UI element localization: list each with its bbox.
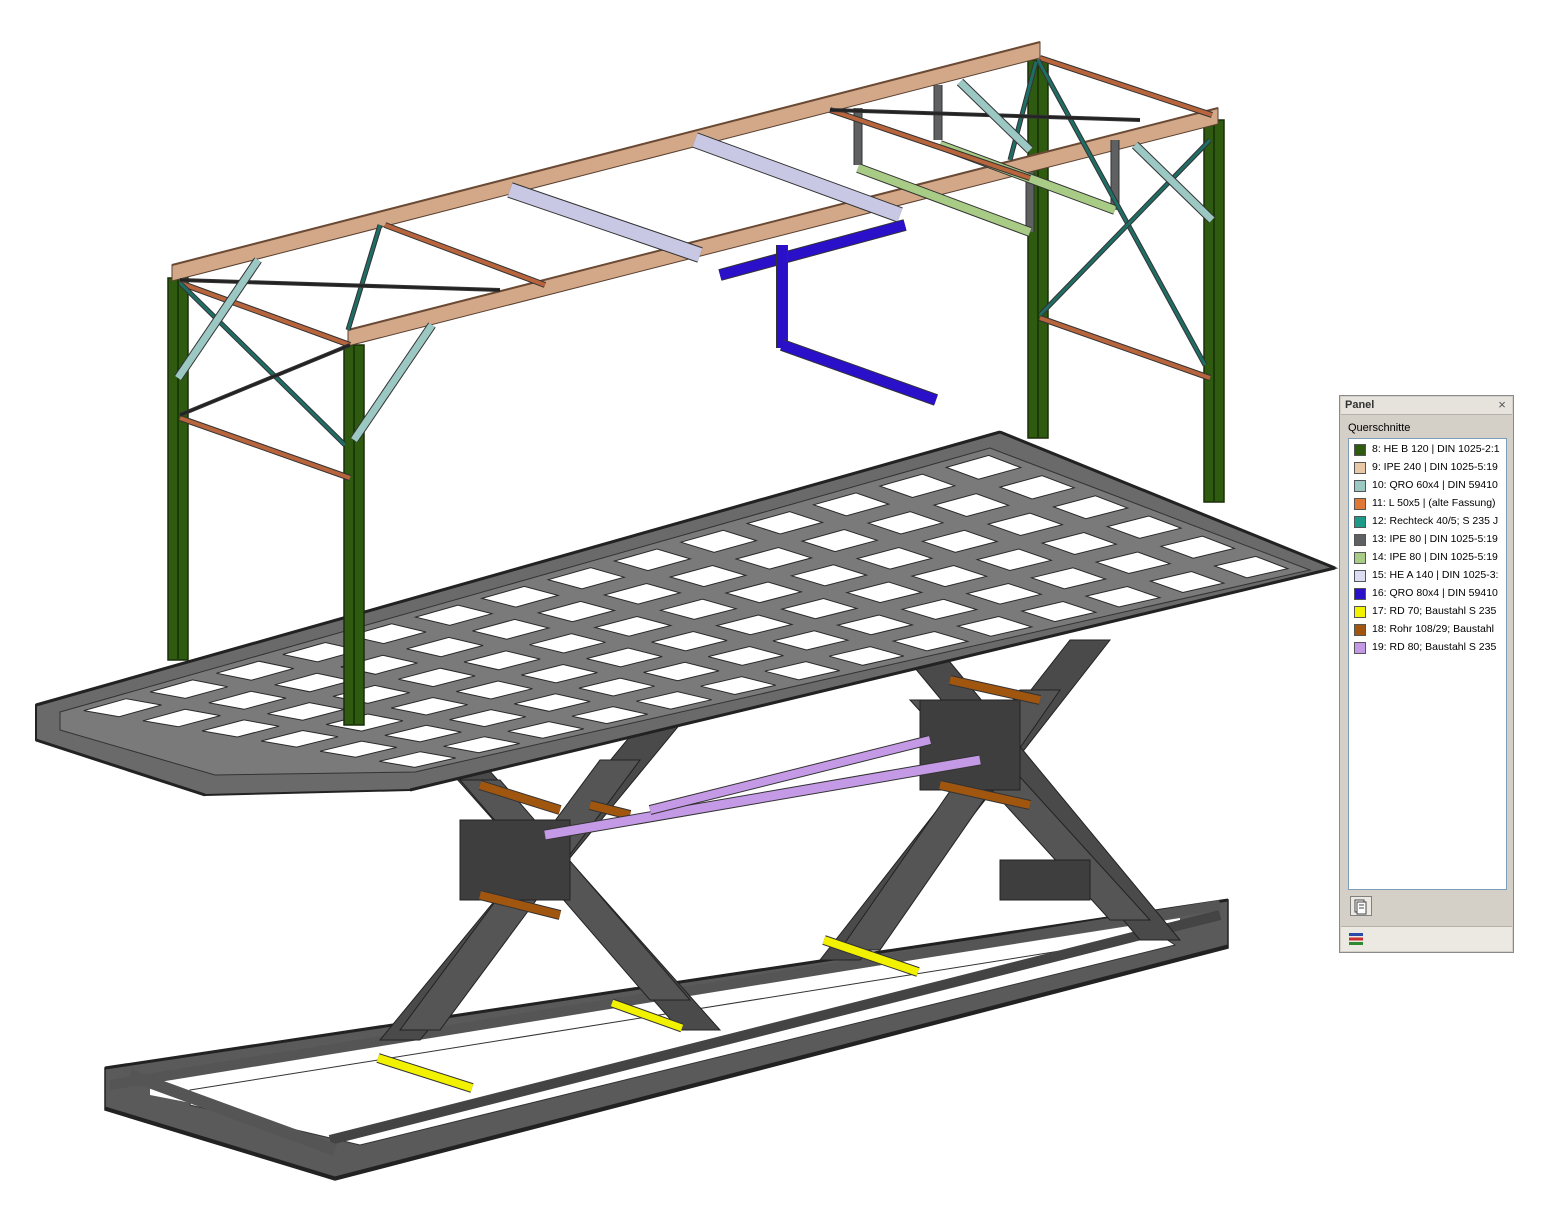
legend-item[interactable]: 14: IPE 80 | DIN 1025-5:19 [1349, 549, 1506, 567]
panel-toolbar [1348, 892, 1507, 922]
cross-sections-label: Querschnitte [1348, 422, 1411, 434]
legend-item[interactable]: 8: HE B 120 | DIN 1025-2:1 [1349, 441, 1506, 459]
legend-swatch [1354, 534, 1366, 546]
panel-window[interactable]: Panel × Querschnitte 8: HE B 120 | DIN 1… [1339, 395, 1514, 953]
legend-swatch [1354, 480, 1366, 492]
ipe240-beam-back-flange [171, 41, 1041, 266]
structure-model-rendering [35, 41, 1339, 1181]
legend-swatch [1354, 570, 1366, 582]
cross-section-colors-icon[interactable] [1347, 931, 1365, 947]
legend-label: 15: HE A 140 | DIN 1025-3: [1372, 569, 1499, 581]
legend-label: 9: IPE 240 | DIN 1025-5:19 [1372, 461, 1498, 473]
angle-mid-top [384, 223, 546, 287]
legend-label: 12: Rechteck 40/5; S 235 J [1372, 515, 1499, 527]
qro60-brace-2 [351, 323, 435, 442]
legend-item[interactable]: 16: QRO 80x4 | DIN 59410 [1349, 585, 1506, 603]
legend-label: 18: Rohr 108/29; Baustahl [1372, 623, 1495, 635]
hea140-member-1 [507, 183, 703, 262]
legend-swatch [1354, 624, 1366, 636]
ipe240-beam-back [171, 41, 1041, 282]
scissor-right-cylinder-block [919, 699, 1021, 791]
legend-swatch [1354, 642, 1366, 654]
legend-swatch [1354, 552, 1366, 564]
legend-swatch [1354, 444, 1366, 456]
rect-brace-3 [346, 224, 382, 331]
panel-footer [1341, 926, 1512, 951]
legend-item[interactable]: 10: QRO 60x4 | DIN 59410 [1349, 477, 1506, 495]
legend-label: 10: QRO 60x4 | DIN 59410 [1372, 479, 1498, 491]
legend-label: 16: QRO 80x4 | DIN 59410 [1372, 587, 1498, 599]
rect-brace-4 [179, 279, 501, 291]
legend-item[interactable]: 15: HE A 140 | DIN 1025-3: [1349, 567, 1506, 585]
rect-brace-2 [179, 344, 351, 416]
legend-label: 11: L 50x5 | (alte Fassung) [1372, 497, 1496, 509]
panel-options-button[interactable] [1350, 896, 1372, 916]
panel-title: Panel [1345, 399, 1375, 411]
legend-item[interactable]: 11: L 50x5 | (alte Fassung) [1349, 495, 1506, 513]
rect-brace-6 [1038, 138, 1212, 317]
legend-label: 19: RD 80; Baustahl S 235 [1372, 641, 1497, 653]
rect-brace-1 [178, 281, 347, 447]
legend-label: 8: HE B 120 | DIN 1025-2:1 [1372, 443, 1500, 455]
panel-titlebar[interactable]: Panel × [1341, 397, 1512, 415]
legend-item[interactable]: 17: RD 70; Baustahl S 235 [1349, 603, 1506, 621]
cross-section-legend: 8: HE B 120 | DIN 1025-2:1 9: IPE 240 | D… [1348, 438, 1507, 890]
legend-swatch [1354, 516, 1366, 528]
legend-swatch [1354, 498, 1366, 510]
legend-label: 13: IPE 80 | DIN 1025-5:19 [1372, 533, 1498, 545]
legend-item[interactable]: 19: RD 80; Baustahl S 235 [1349, 639, 1506, 657]
scissor-right-base-block [999, 859, 1091, 901]
legend-swatch [1354, 606, 1366, 618]
legend-item[interactable]: 9: IPE 240 | DIN 1025-5:19 [1349, 459, 1506, 477]
qro60-brace-1 [175, 258, 261, 380]
legend-item[interactable]: 13: IPE 80 | DIN 1025-5:19 [1349, 531, 1506, 549]
legend-item[interactable]: 12: Rechteck 40/5; S 235 J [1349, 513, 1506, 531]
legend-swatch [1354, 462, 1366, 474]
legend-label: 14: IPE 80 | DIN 1025-5:19 [1372, 551, 1498, 563]
panel-options-icon [1354, 899, 1367, 915]
legend-swatch [1354, 588, 1366, 600]
legend-item[interactable]: 18: Rohr 108/29; Baustahl [1349, 621, 1506, 639]
model-viewport[interactable] [0, 0, 1555, 1228]
qro80-member-bottom [780, 340, 938, 405]
close-icon[interactable]: × [1496, 397, 1508, 413]
legend-label: 17: RD 70; Baustahl S 235 [1372, 605, 1497, 617]
